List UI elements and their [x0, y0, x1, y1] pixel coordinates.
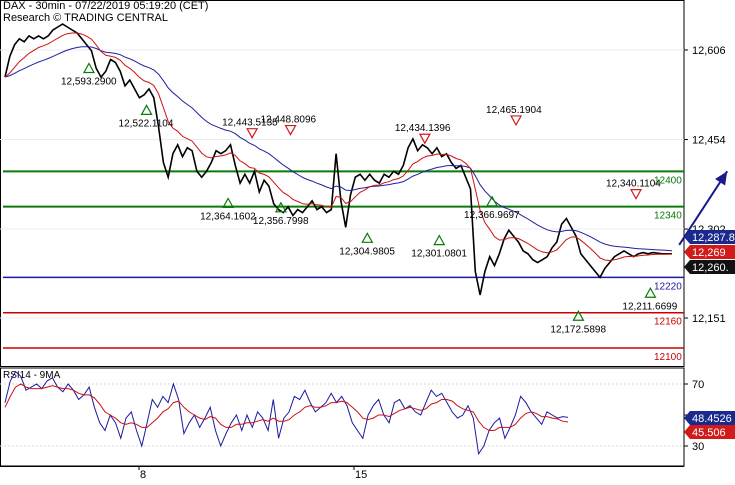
rsi-y-tick-label: 70 — [692, 379, 704, 391]
rsi-tag-label: 48.4526 — [692, 413, 732, 425]
level-label-12100: 12100 — [654, 352, 682, 363]
swing-high-label: 12,340.1104 — [606, 179, 661, 190]
copyright-label: Research © TRADING CENTRAL — [3, 12, 168, 24]
swing-high-marker — [510, 115, 523, 127]
swing-low-label: 12,356.7998 — [253, 216, 309, 227]
swing-low-marker — [361, 232, 374, 243]
chart-root: 8 15 12400 12340 12220 12160 12100 12,593.2900 1… — [0, 0, 735, 481]
level-label-12220: 12220 — [654, 281, 682, 292]
swing-low-marker — [433, 234, 446, 246]
swing-low-label: 12,211.6699 — [622, 301, 677, 312]
level-label-12340: 12340 — [654, 211, 682, 222]
chart-title: DAX - 30min - 07/22/2019 05:19:20 (CET) — [3, 0, 209, 12]
swing-low-label: 12,522.1104 — [119, 118, 174, 129]
swing-high-label: 12,448.8096 — [261, 115, 317, 126]
x-tick-label: 15 — [355, 469, 367, 480]
x-tick-label: 8 — [140, 469, 146, 480]
y-tick-label: 12,606 — [692, 45, 726, 57]
swing-low-marker — [82, 62, 95, 74]
price-tag-label: 12,260. — [692, 262, 729, 274]
swing-low-label: 12,304.9805 — [339, 246, 395, 257]
swing-high-marker — [284, 124, 297, 136]
swing-high-label: 12,434.1396 — [395, 123, 451, 134]
swing-high-marker — [629, 189, 643, 200]
ema-red-line — [4, 32, 673, 262]
rsi-tag-label: 45.506 — [692, 427, 726, 439]
rsi-ma-line — [4, 383, 569, 431]
swing-high-marker — [418, 133, 431, 145]
swing-low-label: 12,364.1602 — [200, 211, 256, 222]
swing-low-label: 12,172.5898 — [550, 324, 606, 335]
swing-low-label: 12,593.2900 — [61, 76, 117, 87]
y-tick-label: 12,151 — [692, 313, 726, 325]
price-tag-label: 12,269 — [692, 247, 726, 259]
main-panel-border — [0, 0, 685, 367]
rsi-y-tick-label: 30 — [692, 441, 704, 453]
swing-high-label: 12,465.1904 — [486, 105, 542, 116]
level-label-12160: 12160 — [654, 317, 682, 328]
swing-low-marker — [140, 104, 153, 116]
swing-low-label: 12,366.9697 — [464, 210, 520, 221]
rsi-panel-border — [0, 367, 685, 467]
price-tag-label: 12,287.8 — [692, 232, 735, 244]
forecast-arrow-head — [715, 171, 728, 186]
y-tick-label: 12,454 — [692, 135, 726, 147]
chart-canvas[interactable]: 8 15124001234012220121601210012,593.29001… — [0, 0, 735, 481]
swing-high-marker — [246, 128, 259, 139]
swing-low-label: 12,301.0801 — [411, 249, 467, 260]
